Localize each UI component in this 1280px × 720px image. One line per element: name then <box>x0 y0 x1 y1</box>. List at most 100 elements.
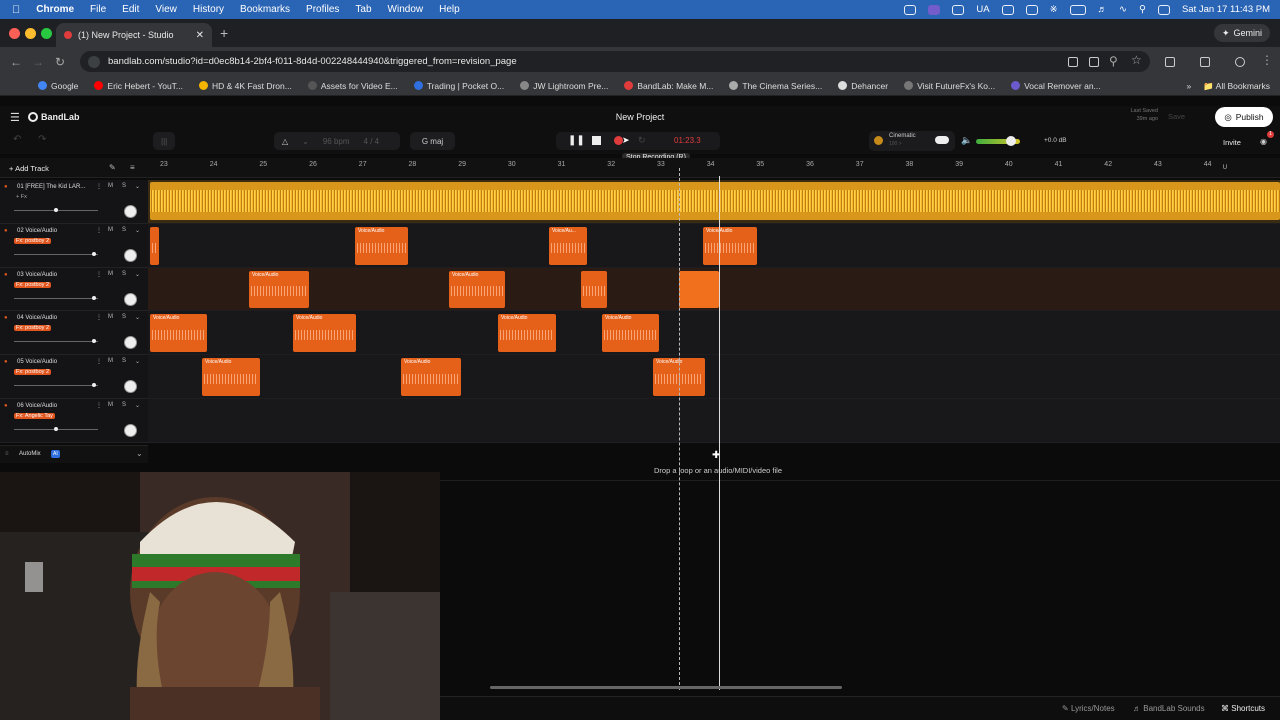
volume-thumb[interactable] <box>91 251 96 256</box>
pan-knob[interactable] <box>124 424 137 437</box>
clock[interactable]: Sat Jan 17 11:43 PM <box>1182 4 1270 15</box>
arm-record-icon[interactable]: ● <box>4 403 8 409</box>
mute-button[interactable]: M <box>108 402 113 408</box>
audio-clip[interactable]: Voice/Audio <box>202 358 260 396</box>
bookmark-item[interactable]: Trading | Pocket O... <box>413 81 504 91</box>
track-menu-icon[interactable]: ⋮ <box>96 358 102 365</box>
menu-app-name[interactable]: Chrome <box>36 4 74 15</box>
edit-tool-icon[interactable]: ✎ <box>109 163 116 172</box>
audio-clip[interactable] <box>581 270 607 309</box>
mute-button[interactable]: M <box>108 358 113 364</box>
track-volume-slider[interactable] <box>14 295 98 300</box>
bookmark-item[interactable]: Eric Hebert - YouT... <box>94 81 183 91</box>
audio-clip[interactable]: Voice/Au... <box>549 226 587 265</box>
track-volume-slider[interactable] <box>14 251 98 256</box>
screen-record-icon[interactable] <box>928 4 941 15</box>
bookmarks-overflow-icon[interactable]: » <box>1186 81 1191 91</box>
address-bar[interactable]: bandlab.com/studio?id=d0ec8b14-2bf4-f011… <box>80 51 1150 72</box>
playhead[interactable] <box>719 176 720 690</box>
bookmark-item[interactable]: The Cinema Series... <box>729 81 822 91</box>
track-expand-chevron-icon[interactable]: ⌄ <box>135 314 140 321</box>
volume-thumb[interactable] <box>91 295 96 300</box>
automix-chevron-icon[interactable]: ⌄ <box>136 449 143 458</box>
battery-icon[interactable] <box>1069 4 1086 15</box>
audio-clip[interactable]: Voice/Audio <box>401 358 461 396</box>
track-header[interactable]: ● 04 Voice/Audio Fx: postboy 2 ⋮ M S ⌄ <box>0 311 148 356</box>
volume-thumb[interactable] <box>91 339 96 344</box>
invite-button[interactable]: Invite <box>1223 138 1241 147</box>
solo-button[interactable]: S <box>122 183 126 189</box>
bookmark-item[interactable]: Google <box>38 81 78 91</box>
time-signature[interactable]: 4 / 4 <box>364 137 380 146</box>
menu-file[interactable]: File <box>90 4 106 15</box>
mute-button[interactable]: M <box>108 183 113 189</box>
menu-bookmarks[interactable]: Bookmarks <box>240 4 290 15</box>
track-settings-icon[interactable]: ≡ <box>130 163 135 172</box>
lyrics-notes-button[interactable]: ✎ Lyrics/Notes <box>1062 704 1115 713</box>
solo-button[interactable]: S <box>122 314 126 320</box>
bookmark-item[interactable]: BandLab: Make M... <box>624 81 713 91</box>
bell-icon[interactable]: ◉ <box>1260 137 1267 146</box>
track-header[interactable]: ● 01 [FREE] The Kid LAR... + Fx ⋮ M S ⌄ <box>0 180 148 224</box>
track-expand-chevron-icon[interactable]: ⌄ <box>135 358 140 365</box>
beat-clip[interactable] <box>150 182 1280 220</box>
apple-icon[interactable]:  <box>12 4 20 16</box>
mixer-button[interactable]: ||| <box>153 132 175 150</box>
reader-mode-icon[interactable] <box>1068 57 1078 67</box>
audio-clip[interactable]: Voice/Audio <box>355 226 408 265</box>
track-expand-chevron-icon[interactable]: ⌄ <box>135 183 140 190</box>
audio-clip[interactable]: Voice/Audio <box>150 314 207 353</box>
track-expand-chevron-icon[interactable]: ⌄ <box>135 271 140 278</box>
track-lane[interactable] <box>148 355 1280 399</box>
bandlab-sounds-button[interactable]: ♬ BandLab Sounds <box>1133 704 1205 713</box>
undo-icon[interactable]: ↶ <box>13 134 21 145</box>
bookmark-item[interactable]: Dehancer <box>838 81 888 91</box>
project-title[interactable]: New Project <box>0 112 1280 122</box>
audio-clip[interactable] <box>150 226 159 265</box>
recording-clip[interactable] <box>679 270 719 309</box>
track-menu-icon[interactable]: ⋮ <box>96 183 102 190</box>
automix-row[interactable]: ≡ AutoMix AI ⌄ <box>0 445 148 463</box>
spotlight-search-icon[interactable]: ⚲ <box>1139 4 1146 15</box>
status-icon[interactable] <box>904 4 917 15</box>
track-title[interactable]: 01 [FREE] The Kid LAR... <box>17 184 85 190</box>
menu-tab[interactable]: Tab <box>355 4 371 15</box>
volume-thumb[interactable] <box>54 427 58 431</box>
metronome-dropdown-icon[interactable]: ⌄ <box>302 137 309 146</box>
bookmark-item[interactable]: Visit FutureFx's Ko... <box>904 81 995 91</box>
track-lane[interactable] <box>148 399 1280 443</box>
track-menu-icon[interactable]: ⋮ <box>96 227 102 234</box>
wifi-icon[interactable]: ∿ <box>1119 4 1127 15</box>
solo-button[interactable]: S <box>122 358 126 364</box>
fx-chip[interactable]: Fx: Angelic Tay <box>14 413 55 419</box>
track-header[interactable]: ● 02 Voice/Audio Fx: postboy 2 ⋮ M S ⌄ <box>0 223 148 268</box>
stop-icon[interactable] <box>592 136 601 145</box>
profile-avatar[interactable] <box>1235 57 1245 67</box>
arm-record-icon[interactable]: ● <box>4 184 8 190</box>
mute-button[interactable]: M <box>108 227 113 233</box>
shortcuts-button[interactable]: ⌘ Shortcuts <box>1221 704 1265 713</box>
track-volume-slider[interactable] <box>14 339 98 344</box>
pan-knob[interactable] <box>124 248 137 262</box>
volume-thumb[interactable] <box>91 383 96 388</box>
audio-clip[interactable]: Voice/Audio <box>498 314 556 353</box>
menu-help[interactable]: Help <box>439 4 460 15</box>
forward-icon[interactable]: → <box>32 55 44 69</box>
audio-clip[interactable]: Voice/Audio <box>602 314 659 353</box>
zoom-icon[interactable]: ⚲ <box>1109 54 1118 68</box>
preset-toggle[interactable] <box>935 136 949 144</box>
track-title[interactable]: 05 Voice/Audio <box>17 359 57 365</box>
bookmark-item[interactable]: Assets for Video E... <box>307 81 398 91</box>
metronome-icon[interactable]: △ <box>282 137 288 146</box>
track-menu-icon[interactable]: ⋮ <box>96 402 102 409</box>
fx-chip[interactable]: Fx: postboy 2 <box>14 369 52 376</box>
close-window-button[interactable] <box>9 28 20 39</box>
side-panel-icon[interactable] <box>1200 57 1210 67</box>
arm-record-icon[interactable]: ● <box>4 359 8 365</box>
pause-icon[interactable]: ❚❚ <box>568 135 585 146</box>
speaker-icon[interactable]: 🔈 <box>961 135 972 146</box>
site-info-icon[interactable] <box>88 55 100 68</box>
gemini-button[interactable]: ✦ Gemini <box>1213 24 1270 42</box>
audio-clip[interactable]: Voice/Audio <box>293 314 356 353</box>
solo-button[interactable]: S <box>122 402 126 408</box>
